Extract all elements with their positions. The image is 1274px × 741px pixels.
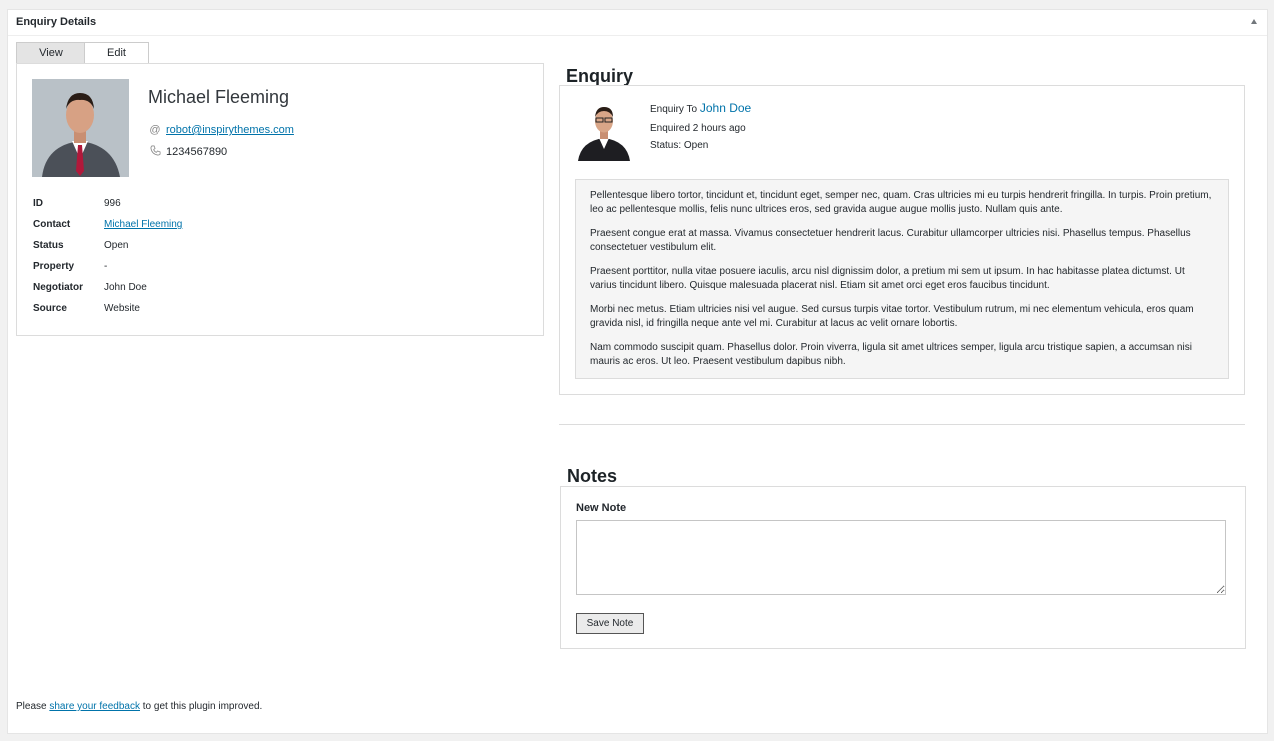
postbox-title: Enquiry Details bbox=[16, 16, 97, 28]
feedback-line: Please share your feedback to get this p… bbox=[16, 701, 262, 712]
enquiry-to-link[interactable]: John Doe bbox=[700, 101, 751, 115]
enquiry-to-prefix: Enquiry To bbox=[650, 104, 698, 115]
message-paragraph: Morbi nec metus. Etiam ultricies nisi ve… bbox=[590, 304, 1194, 329]
detail-value: - bbox=[104, 261, 108, 272]
enquiry-heading: Enquiry bbox=[566, 66, 634, 86]
notes-box: New Note Save Note bbox=[560, 486, 1246, 649]
detail-value: Website bbox=[104, 303, 140, 314]
negotiator-avatar bbox=[576, 101, 632, 161]
contact-phone-line: 1234567890 bbox=[148, 145, 227, 159]
save-note-button[interactable]: Save Note bbox=[576, 613, 644, 634]
detail-row-status: Status Open bbox=[33, 240, 182, 261]
detail-row-source: Source Website bbox=[33, 303, 182, 324]
contact-avatar bbox=[32, 79, 129, 177]
notes-heading: Notes bbox=[567, 466, 618, 486]
detail-label: Contact bbox=[33, 219, 71, 230]
enquiry-status: Status: Open bbox=[650, 140, 709, 151]
contact-name: Michael Fleeming bbox=[148, 87, 290, 107]
section-divider bbox=[559, 424, 1245, 425]
collapse-toggle-icon[interactable] bbox=[1251, 19, 1257, 24]
contact-email-link[interactable]: robot@inspirythemes.com bbox=[166, 124, 294, 136]
at-icon: @ bbox=[149, 124, 161, 136]
detail-value: 996 bbox=[104, 198, 121, 209]
contact-email-line: @ robot@inspirythemes.com bbox=[148, 124, 294, 136]
message-paragraph: Pellentesque libero tortor, tincidunt et… bbox=[590, 190, 1212, 215]
tab-edit[interactable]: Edit bbox=[84, 42, 149, 64]
message-paragraph: Nam commodo suscipit quam. Phasellus dol… bbox=[590, 342, 1192, 367]
detail-row-id: ID 996 bbox=[33, 198, 182, 219]
new-note-label: New Note bbox=[576, 502, 627, 514]
new-note-textarea[interactable] bbox=[576, 520, 1226, 595]
postbox-header: Enquiry Details bbox=[8, 10, 1267, 36]
enquiry-box: Enquiry To John Doe Enquired 2 hours ago… bbox=[559, 85, 1245, 395]
detail-label: Negotiator bbox=[33, 282, 83, 293]
detail-row-contact: Contact Michael Fleeming bbox=[33, 219, 182, 240]
message-paragraph: Praesent porttitor, nulla vitae posuere … bbox=[590, 266, 1185, 291]
feedback-prefix: Please bbox=[16, 701, 47, 712]
detail-contact-link[interactable]: Michael Fleeming bbox=[104, 219, 182, 240]
detail-value: John Doe bbox=[104, 282, 147, 293]
detail-row-negotiator: Negotiator John Doe bbox=[33, 282, 182, 303]
feedback-suffix: to get this plugin improved. bbox=[142, 701, 263, 712]
message-paragraph: Praesent congue erat at massa. Vivamus c… bbox=[590, 228, 1191, 253]
detail-row-property: Property - bbox=[33, 261, 182, 282]
detail-label: Status bbox=[33, 240, 64, 251]
tab-view[interactable]: View bbox=[16, 42, 85, 64]
enquiry-time: Enquired 2 hours ago bbox=[650, 123, 746, 134]
detail-value: Open bbox=[104, 240, 129, 251]
feedback-link[interactable]: share your feedback bbox=[49, 701, 140, 712]
enquiry-to-line: Enquiry To John Doe bbox=[650, 101, 751, 115]
contact-phone: 1234567890 bbox=[166, 146, 228, 158]
contact-panel: Michael Fleeming @ robot@inspirythemes.c… bbox=[16, 63, 544, 336]
contact-details-list: ID 996 Contact Michael Fleeming Status O… bbox=[33, 198, 182, 324]
enquiry-message: Pellentesque libero tortor, tincidunt et… bbox=[575, 179, 1229, 379]
detail-label: Property bbox=[33, 261, 75, 272]
phone-icon bbox=[148, 145, 162, 159]
detail-label: ID bbox=[33, 198, 43, 209]
detail-label: Source bbox=[33, 303, 67, 314]
